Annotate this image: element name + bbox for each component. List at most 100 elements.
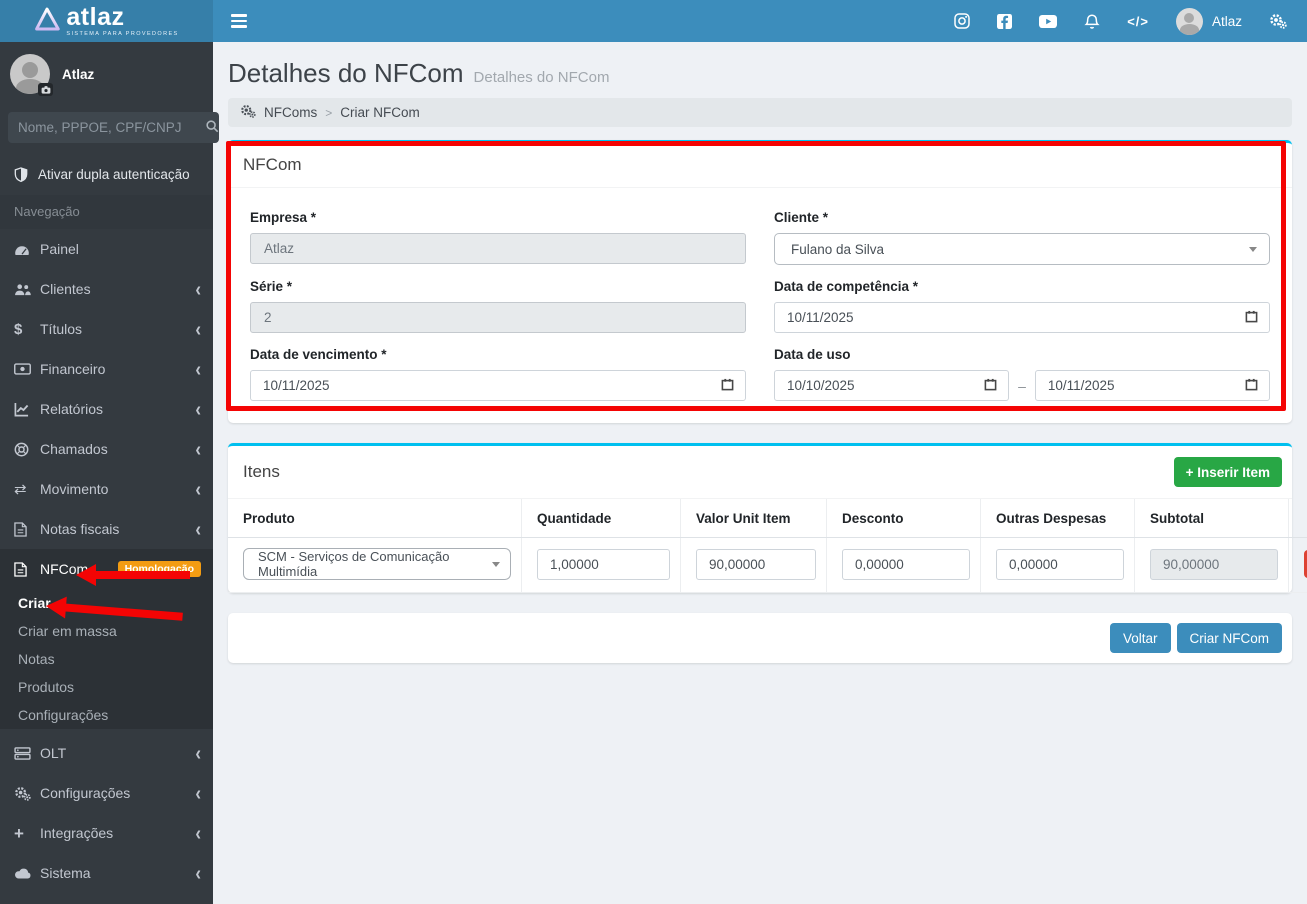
brand-triangle-icon	[34, 7, 61, 36]
sidebar-user-panel: Atlaz	[0, 42, 213, 108]
sidebar-item-two-factor[interactable]: Ativar dupla autenticação	[0, 153, 213, 195]
breadcrumb: NFComs > Criar NFCom	[228, 98, 1292, 127]
sidebar: atlaz SISTEMA PARA PROVEDORES Atlaz Ativ…	[0, 0, 219, 904]
chevron-left-icon: ‹	[195, 477, 201, 501]
search-input[interactable]	[8, 112, 205, 143]
sidebar-item-relatorios[interactable]: Relatórios ‹	[0, 389, 213, 429]
breadcrumb-root-link[interactable]: NFComs	[264, 105, 317, 120]
sidebar-item-nfcom[interactable]: NFCom Homologação	[0, 549, 213, 589]
caret-down-icon	[492, 561, 500, 567]
quantidade-input[interactable]	[537, 548, 670, 580]
sidebar-subitem-configuracoes[interactable]: Configurações	[0, 701, 213, 729]
desconto-input[interactable]	[842, 548, 970, 580]
outras-despesas-input[interactable]	[996, 548, 1124, 580]
users-icon	[14, 283, 40, 296]
server-icon	[14, 746, 40, 760]
sidebar-search	[8, 112, 219, 143]
sidebar-item-clientes[interactable]: Clientes ‹	[0, 269, 213, 309]
settings-gears-icon[interactable]	[1269, 13, 1287, 29]
voltar-button[interactable]: Voltar	[1109, 623, 1171, 653]
cliente-select[interactable]: Fulano da Silva	[774, 233, 1270, 265]
chevron-left-icon: ‹	[195, 821, 201, 845]
chevron-left-icon: ‹	[195, 741, 201, 765]
empresa-field: Atlaz	[250, 233, 746, 264]
col-desconto: Desconto	[826, 499, 981, 538]
sidebar-subitem-produtos[interactable]: Produtos	[0, 673, 213, 701]
chevron-left-icon: ‹	[195, 861, 201, 885]
sidebar-item-financeiro[interactable]: Financeiro ‹	[0, 349, 213, 389]
sidebar-subitem-notas[interactable]: Notas	[0, 645, 213, 673]
bell-icon[interactable]	[1084, 13, 1100, 30]
sidebar-item-titulos[interactable]: $ Títulos ‹	[0, 309, 213, 349]
itens-table: Produto Quantidade Valor Unit Item Desco…	[228, 499, 1307, 593]
calendar-icon[interactable]	[721, 378, 734, 394]
top-navbar: </> Atlaz	[213, 0, 1307, 42]
sidebar-item-notas-fiscais[interactable]: Notas fiscais ‹	[0, 509, 213, 549]
code-icon[interactable]: </>	[1127, 14, 1149, 29]
produto-select[interactable]: SCM - Serviços de Comunicação Multimídia	[243, 548, 511, 580]
sidebar-item-label: Ativar dupla autenticação	[38, 166, 190, 182]
youtube-icon[interactable]	[1039, 14, 1058, 28]
sidebar-item-configuracoes[interactable]: Configurações ‹	[0, 773, 213, 813]
subtotal-field	[1150, 548, 1278, 580]
table-row: SCM - Serviços de Comunicação Multimídia…	[228, 537, 1307, 593]
facebook-icon[interactable]	[997, 13, 1013, 29]
search-icon	[205, 119, 219, 136]
actions-bar: Voltar Criar NFCom	[228, 613, 1292, 663]
brand-tagline: SISTEMA PARA PROVEDORES	[66, 31, 179, 37]
col-produto: Produto	[228, 499, 522, 538]
uso-end-date-field[interactable]: 10/11/2025	[1034, 370, 1271, 401]
sidebar-user-name: Atlaz	[62, 66, 95, 82]
sidebar-group-nfcom: NFCom Homologação Criar Criar em massa N…	[0, 549, 213, 729]
navbar-user-menu[interactable]: Atlaz	[1175, 7, 1242, 35]
sidebar-item-painel[interactable]: Painel	[0, 229, 213, 269]
breadcrumb-separator: >	[325, 105, 333, 120]
col-subtotal: Subtotal	[1134, 499, 1289, 538]
vencimento-date-field[interactable]: 10/11/2025	[250, 370, 746, 401]
nfcom-card-title: NFCom	[228, 143, 1292, 188]
chevron-left-icon: ‹	[195, 517, 201, 541]
page-title: Detalhes do NFCom	[228, 58, 464, 88]
navbar-avatar	[1175, 7, 1203, 35]
menu-toggle-icon[interactable]	[231, 14, 247, 28]
money-bill-icon	[14, 363, 40, 375]
sidebar-item-olt[interactable]: OLT ‹	[0, 733, 213, 773]
chevron-left-icon: ‹	[195, 317, 201, 341]
serie-field: 2	[250, 302, 746, 333]
cliente-label: Cliente *	[774, 210, 829, 225]
chevron-left-icon: ‹	[195, 357, 201, 381]
breadcrumb-gears-icon	[240, 104, 256, 121]
camera-icon[interactable]	[38, 83, 53, 96]
col-actions	[1288, 499, 1307, 538]
uso-start-date-field[interactable]: 10/10/2025	[774, 370, 1010, 401]
file-invoice-icon	[14, 521, 40, 537]
brand-logo[interactable]: atlaz SISTEMA PARA PROVEDORES	[0, 0, 213, 42]
calendar-icon[interactable]	[984, 378, 997, 394]
itens-card: Itens + Inserir Item Produto Quantidade …	[228, 443, 1307, 593]
sidebar-subitem-criar[interactable]: Criar	[0, 589, 213, 617]
col-valor-unit: Valor Unit Item	[680, 499, 827, 538]
chevron-left-icon: ‹	[195, 397, 201, 421]
calendar-icon[interactable]	[1245, 310, 1258, 326]
tachometer-icon	[14, 242, 40, 256]
instagram-icon[interactable]	[954, 13, 970, 29]
uso-label: Data de uso	[774, 347, 851, 362]
shield-icon	[14, 166, 38, 182]
cloud-icon	[14, 868, 40, 879]
search-button[interactable]	[205, 112, 219, 143]
sidebar-item-sistema[interactable]: Sistema ‹	[0, 853, 213, 893]
valor-unit-input[interactable]	[696, 548, 816, 580]
competencia-label: Data de competência *	[774, 279, 919, 294]
sidebar-subitem-criar-em-massa[interactable]: Criar em massa	[0, 617, 213, 645]
vencimento-label: Data de vencimento *	[250, 347, 387, 362]
main-content: Detalhes do NFCom Detalhes do NFCom NFCo…	[213, 42, 1307, 904]
sidebar-item-integracoes[interactable]: + Integrações ‹	[0, 813, 213, 853]
competencia-date-field[interactable]: 10/11/2025	[774, 302, 1270, 333]
criar-nfcom-button[interactable]: Criar NFCom	[1176, 623, 1282, 653]
sidebar-item-movimento[interactable]: ⇄ Movimento ‹	[0, 469, 213, 509]
inserir-item-button[interactable]: + Inserir Item	[1173, 457, 1282, 487]
dollar-icon: $	[14, 320, 23, 338]
sidebar-item-chamados[interactable]: Chamados ‹	[0, 429, 213, 469]
caret-down-icon	[1249, 246, 1257, 252]
calendar-icon[interactable]	[1245, 378, 1258, 394]
